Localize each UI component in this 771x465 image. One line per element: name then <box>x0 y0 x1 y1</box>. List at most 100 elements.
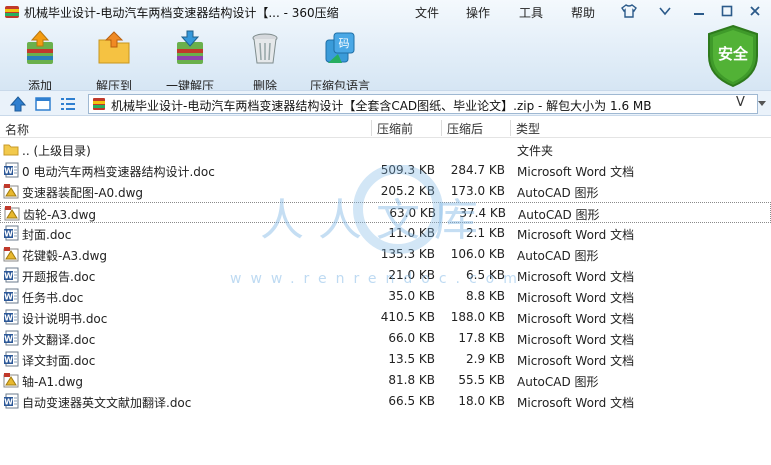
dwg-file-icon <box>3 373 19 388</box>
word-doc-icon: W <box>4 267 19 283</box>
extract-to-button[interactable]: 解压到 <box>84 30 144 94</box>
add-archive-icon <box>27 30 53 64</box>
svg-text:W: W <box>4 230 13 239</box>
close-button[interactable] <box>744 1 766 21</box>
security-shield-badge[interactable]: 安全 <box>705 24 761 88</box>
word-doc-icon: W <box>4 330 19 346</box>
word-doc-icon: W <box>4 225 19 241</box>
one-click-extract-button[interactable]: 一键解压 <box>160 30 220 94</box>
file-row[interactable]: 齿轮-A3.dwg 63.0 KB 37.4 KB AutoCAD 图形 <box>0 202 771 223</box>
file-row[interactable]: 花键毂-A3.dwg 135.3 KB 106.0 KB AutoCAD 图形 <box>0 244 771 265</box>
file-name: 轴-A1.dwg <box>22 375 84 389</box>
minimize-icon <box>694 13 704 15</box>
close-icon <box>750 6 760 16</box>
trash-bin-icon <box>252 33 278 64</box>
minimize-button[interactable] <box>688 1 710 21</box>
file-name: 花键毂-A3.dwg <box>22 249 108 263</box>
file-row[interactable]: W 开题报告.doc 21.0 KB 6.5 KB Microsoft Word 文档 <box>0 265 771 286</box>
file-type: AutoCAD 图形 <box>517 249 599 263</box>
svg-text:W: W <box>4 293 13 302</box>
menu-tools[interactable]: 工具 <box>519 4 543 21</box>
title-bar: 机械毕业设计-电动汽车两档变速器结构设计【... - 360压缩 文件 操作 工… <box>0 0 771 24</box>
folder-icon <box>3 144 19 156</box>
word-doc-icon: W <box>4 351 19 367</box>
column-name-header[interactable]: 名称 <box>5 121 29 138</box>
menu-help[interactable]: 帮助 <box>571 4 595 21</box>
address-bar-row: 机械毕业设计-电动汽车两档变速器结构设计【全套含CAD图纸、毕业论文】.zip … <box>0 90 771 116</box>
dwg-file-icon <box>3 247 19 262</box>
svg-text:码: 码 <box>339 37 350 50</box>
file-type: AutoCAD 图形 <box>518 208 600 222</box>
add-button[interactable]: 添加 <box>10 30 70 94</box>
safe-label: 安全 <box>717 45 748 63</box>
size-after: 106.0 KB <box>450 247 505 261</box>
file-name: 译文封面.doc <box>22 354 96 368</box>
address-v-mark: V <box>736 95 745 110</box>
size-after: 2.1 KB <box>466 226 505 240</box>
svg-text:W: W <box>4 314 13 323</box>
column-after-header[interactable]: 压缩后 <box>441 120 483 136</box>
chevron-down-icon <box>659 7 671 16</box>
file-name: 自动变速器英文文献加翻译.doc <box>22 396 192 410</box>
toolbar: 添加 解压到 一键解压 删除 码 压缩包语言 <box>0 24 700 93</box>
size-after: 37.4 KB <box>459 206 506 220</box>
dropdown-menu-button[interactable] <box>654 1 676 21</box>
size-after: 284.7 KB <box>450 163 505 177</box>
top-area: 机械毕业设计-电动汽车两档变速器结构设计【... - 360压缩 文件 操作 工… <box>0 0 771 93</box>
delete-button[interactable]: 删除 <box>235 30 295 94</box>
file-type: Microsoft Word 文档 <box>517 291 635 305</box>
window-view-icon[interactable] <box>34 95 52 113</box>
file-row[interactable]: W 译文封面.doc 13.5 KB 2.9 KB Microsoft Word 文档 <box>0 349 771 370</box>
extract-folder-icon <box>98 31 130 64</box>
address-field[interactable]: 机械毕业设计-电动汽车两档变速器结构设计【全套含CAD图纸、毕业论文】.zip … <box>88 94 758 114</box>
file-name: 齿轮-A3.dwg <box>23 208 97 222</box>
file-list-header: 名称 压缩前 压缩后 类型 <box>0 118 771 138</box>
size-after: 17.8 KB <box>458 331 505 345</box>
file-type: Microsoft Word 文档 <box>517 228 635 242</box>
size-after: 188.0 KB <box>450 310 505 324</box>
column-before-header[interactable]: 压缩前 <box>371 120 413 136</box>
file-type: 文件夹 <box>517 144 554 158</box>
window-title: 机械毕业设计-电动汽车两档变速器结构设计【... - 360压缩 <box>24 6 339 20</box>
size-after: 2.9 KB <box>466 352 505 366</box>
svg-text:W: W <box>4 167 13 176</box>
file-row[interactable]: W 设计说明书.doc 410.5 KB 188.0 KB Microsoft Word… <box>0 307 771 328</box>
file-row[interactable]: W 外文翻译.doc 66.0 KB 17.8 KB Microsoft Word 文档 <box>0 328 771 349</box>
svg-text:W: W <box>4 398 13 407</box>
dwg-file-icon <box>4 206 20 221</box>
archive-language-button[interactable]: 码 压缩包语言 <box>308 30 372 94</box>
size-after: 173.0 KB <box>450 184 505 198</box>
svg-text:W: W <box>4 335 13 344</box>
menu-operate[interactable]: 操作 <box>466 4 490 21</box>
address-dropdown-icon[interactable] <box>757 100 767 108</box>
size-after: 55.5 KB <box>458 373 505 387</box>
file-name: 任务书.doc <box>22 291 84 305</box>
column-type-header[interactable]: 类型 <box>510 120 540 136</box>
word-doc-icon: W <box>4 162 19 178</box>
file-row[interactable]: .. (上级目录) 文件夹 <box>0 139 771 160</box>
svg-text:W: W <box>4 356 13 365</box>
list-view-icon[interactable] <box>59 95 77 113</box>
file-row[interactable]: W 任务书.doc 35.0 KB 8.8 KB Microsoft Word 文档 <box>0 286 771 307</box>
file-row[interactable]: 轴-A1.dwg 81.8 KB 55.5 KB AutoCAD 图形 <box>0 370 771 391</box>
shirt-icon <box>621 4 637 18</box>
svg-text:W: W <box>4 272 13 281</box>
file-row[interactable]: 变速器装配图-A0.dwg 205.2 KB 173.0 KB AutoCAD 图形 <box>0 181 771 202</box>
skin-shirt-button[interactable] <box>617 1 641 21</box>
language-code-icon: 码 <box>325 32 355 63</box>
file-type: Microsoft Word 文档 <box>517 165 635 179</box>
up-arrow-icon[interactable] <box>9 95 27 113</box>
one-click-extract-icon <box>177 30 203 64</box>
maximize-button[interactable] <box>716 1 738 21</box>
archive-file-icon <box>93 98 105 110</box>
file-type: Microsoft Word 文档 <box>517 270 635 284</box>
file-row[interactable]: W 封面.doc 11.0 KB 2.1 KB Microsoft Word 文档 <box>0 223 771 244</box>
file-name: 设计说明书.doc <box>22 312 108 326</box>
word-doc-icon: W <box>4 288 19 304</box>
file-type: AutoCAD 图形 <box>517 186 599 200</box>
file-row[interactable]: W0 电动汽车两档变速器结构设计.doc 509.3 KB 284.7 KB Micr… <box>0 160 771 181</box>
menu-file[interactable]: 文件 <box>415 4 439 21</box>
file-type: Microsoft Word 文档 <box>517 354 635 368</box>
file-row[interactable]: W 自动变速器英文文献加翻译.doc 66.5 KB 18.0 KB Microsoft… <box>0 391 771 412</box>
app-logo-icon <box>5 6 19 18</box>
